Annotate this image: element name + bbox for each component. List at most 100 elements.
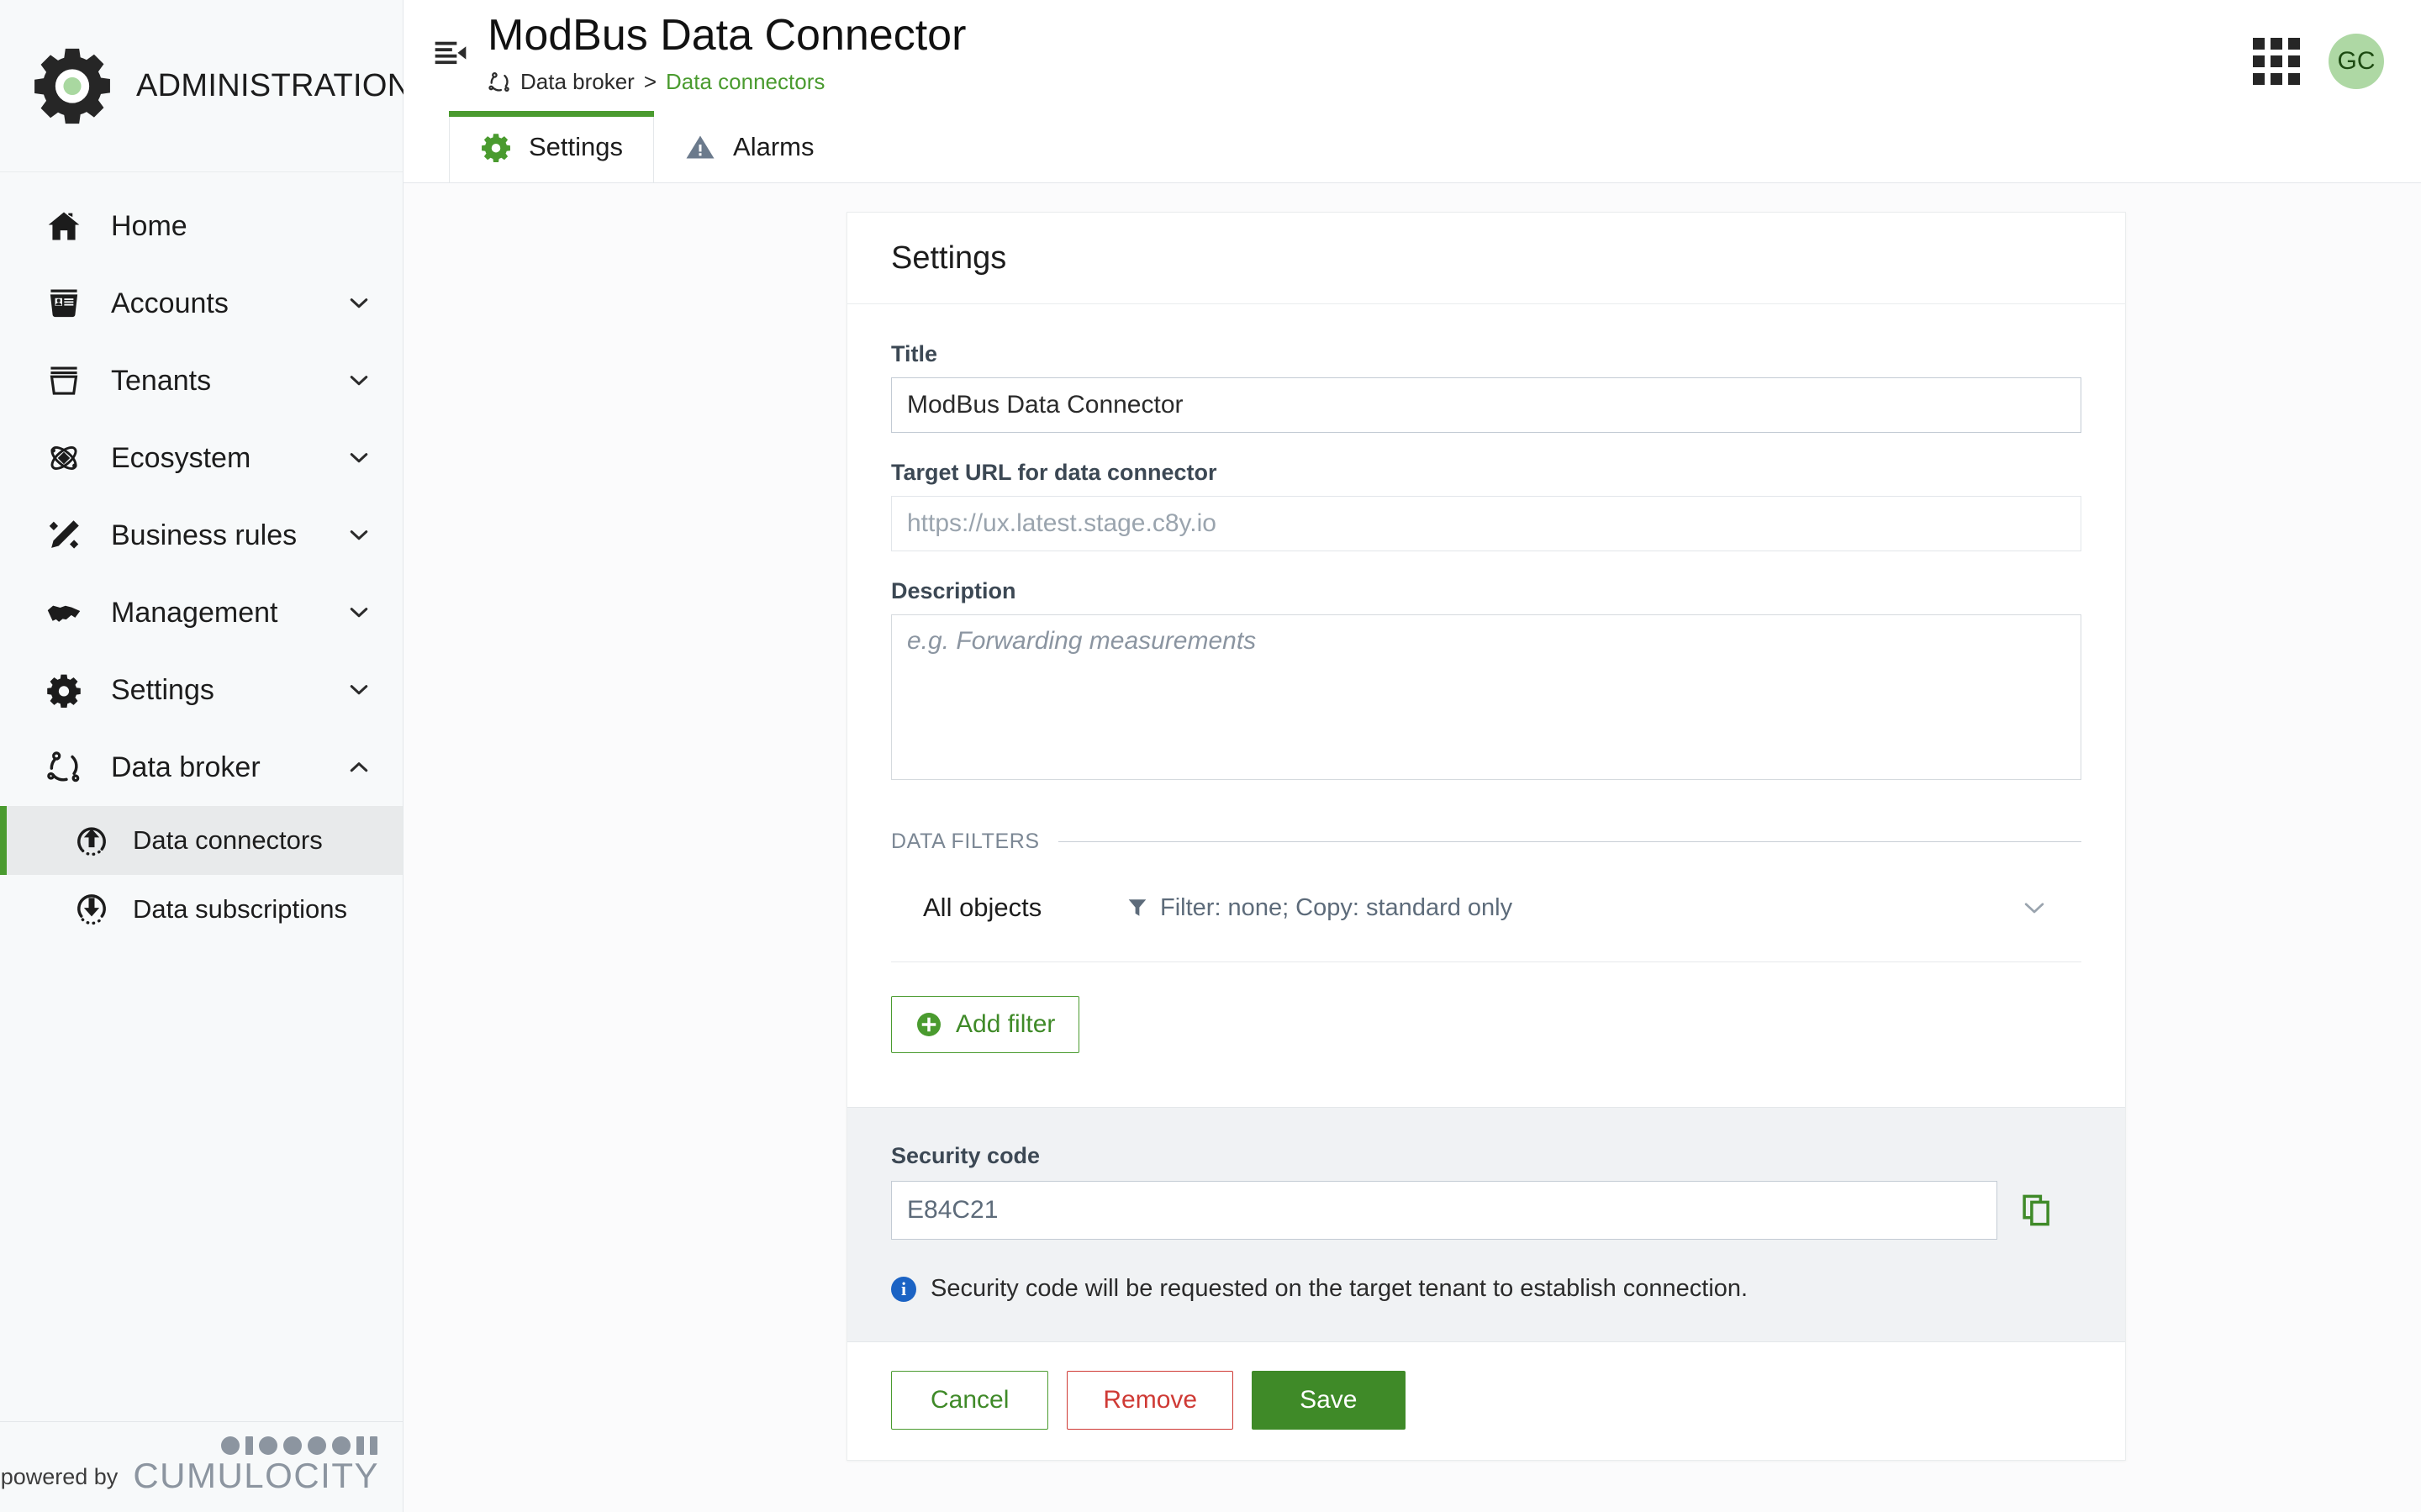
security-code-note-text: Security code will be requested on the t… (931, 1275, 1748, 1302)
title-input[interactable] (891, 377, 2081, 433)
title-label: Title (891, 341, 938, 366)
target-url-input[interactable] (891, 496, 2081, 551)
gear-logo-icon (32, 45, 113, 126)
alarm-triangle-icon (684, 131, 716, 163)
brand-title: ADMINISTRATION (136, 67, 411, 103)
breadcrumb-separator: > (643, 69, 657, 95)
collapse-sidebar-icon[interactable] (427, 30, 474, 77)
sidebar-item-label: Home (111, 209, 187, 242)
ecosystem-atom-icon (42, 436, 86, 480)
cumulocity-wordmark: CUMULOCITY (133, 1456, 379, 1495)
data-filter-row[interactable]: All objects Filter: none; Copy: standard… (891, 857, 2081, 962)
tab-label: Settings (529, 131, 624, 161)
gear-icon (42, 668, 86, 712)
security-code-row (891, 1181, 2081, 1240)
avatar[interactable]: GC (2329, 34, 2384, 89)
gear-icon (480, 131, 512, 163)
tab-alarms[interactable]: Alarms (654, 111, 844, 182)
sidebar-item-label: Management (111, 596, 278, 629)
target-url-label: Target URL for data connector (891, 460, 1217, 485)
sidebar-item-tenants[interactable]: Tenants (0, 342, 403, 419)
security-code-label: Security code (891, 1143, 1041, 1168)
sidebar-item-settings[interactable]: Settings (0, 651, 403, 729)
data-filter-summary: Filter: none; Copy: standard only (1126, 894, 2016, 922)
add-filter-label: Add filter (956, 1010, 1056, 1038)
target-url-field-group: Target URL for data connector (891, 460, 2081, 551)
chevron-down-icon (345, 367, 372, 394)
sidebar-item-business-rules[interactable]: Business rules (0, 497, 403, 574)
topbar-right: GC (2253, 34, 2384, 89)
sidebar-item-label: Tenants (111, 364, 212, 397)
add-filter-button[interactable]: Add filter (891, 996, 1080, 1053)
main-area: ModBus Data Connector Data broker > Data… (404, 0, 2421, 1512)
sidebar-nav: Home Accounts Tenants Ecosystem Business… (0, 172, 403, 1421)
remove-button[interactable]: Remove (1067, 1371, 1234, 1430)
topbar: ModBus Data Connector Data broker > Data… (404, 0, 2421, 111)
info-icon: i (891, 1276, 916, 1302)
data-filters-legend: DATA FILTERS (891, 830, 2081, 854)
chevron-down-icon (345, 290, 372, 317)
security-code-note: i Security code will be requested on the… (891, 1275, 2081, 1303)
description-label: Description (891, 578, 1016, 603)
chevron-down-icon (345, 522, 372, 549)
copy-icon[interactable] (2018, 1191, 2056, 1230)
legend-divider (1058, 841, 2081, 842)
description-field-group: Description (891, 578, 2081, 784)
breadcrumb-current[interactable]: Data connectors (666, 69, 825, 95)
brand-header[interactable]: ADMINISTRATION (0, 0, 410, 172)
funnel-icon (1126, 897, 1148, 919)
card-title: Settings (891, 240, 1007, 276)
sidebar-item-label: Data broker (111, 751, 261, 783)
powered-by-footer: powered by CUMULOCITY (0, 1421, 403, 1512)
chevron-down-icon[interactable] (2016, 889, 2053, 926)
accounts-icon (42, 282, 86, 325)
sidebar-item-data-broker[interactable]: Data broker (0, 729, 403, 806)
sidebar-item-label: Accounts (111, 287, 229, 319)
cumulocity-logo: CUMULOCITY (133, 1436, 379, 1494)
sidebar-item-management[interactable]: Management (0, 574, 403, 651)
title-field-group: Title (891, 341, 2081, 433)
security-code-input[interactable] (891, 1181, 1997, 1240)
tab-settings[interactable]: Settings (449, 111, 655, 182)
tab-bar: Settings Alarms (404, 111, 2421, 183)
security-code-section: Security code i Security code will be re… (847, 1107, 2125, 1341)
breadcrumb-parent[interactable]: Data broker (520, 69, 635, 95)
sidebar-item-label: Business rules (111, 519, 298, 551)
data-broker-icon (42, 745, 86, 789)
powered-by-label: powered by (0, 1464, 119, 1489)
data-filter-summary-text: Filter: none; Copy: standard only (1160, 893, 1513, 921)
page-title: ModBus Data Connector (488, 11, 967, 60)
save-button[interactable]: Save (1252, 1371, 1406, 1430)
chevron-down-icon (345, 677, 372, 703)
content-area: Settings Title Target URL for data conne… (404, 183, 2421, 1512)
plus-circle-icon (915, 1011, 942, 1038)
data-filters-legend-label: DATA FILTERS (891, 830, 1040, 853)
sidebar-item-data-subscriptions[interactable]: Data subscriptions (0, 875, 403, 944)
chevron-down-icon (345, 599, 372, 626)
home-icon (42, 204, 86, 248)
sidebar-item-accounts[interactable]: Accounts (0, 265, 403, 342)
sidebar-item-data-connectors[interactable]: Data connectors (0, 806, 403, 875)
breadcrumb: Data broker > Data connectors (488, 69, 2253, 95)
sidebar-item-label: Settings (111, 673, 214, 706)
sidebar-item-label: Data subscriptions (133, 894, 348, 924)
sidebar-item-label: Ecosystem (111, 441, 251, 474)
download-circle-icon (72, 890, 111, 929)
sidebar-item-label: Data connectors (133, 825, 323, 855)
sidebar-item-ecosystem[interactable]: Ecosystem (0, 419, 403, 497)
cumulocity-dots-icon (221, 1436, 377, 1455)
handshake-icon (42, 591, 86, 635)
chevron-up-icon (345, 754, 372, 781)
sidebar-item-home[interactable]: Home (0, 187, 403, 265)
description-textarea[interactable] (891, 614, 2081, 780)
tenants-icon (42, 359, 86, 403)
title-block: ModBus Data Connector Data broker > Data… (488, 11, 2253, 95)
settings-card: Settings Title Target URL for data conne… (847, 212, 2126, 1461)
card-footer: Cancel Remove Save (847, 1341, 2125, 1460)
data-filter-name: All objects (923, 893, 1042, 922)
card-body: Title Target URL for data connector Desc… (847, 304, 2125, 1107)
add-filter-wrap: Add filter (891, 962, 2081, 1088)
upload-circle-icon (72, 821, 111, 860)
cancel-button[interactable]: Cancel (891, 1371, 1049, 1430)
app-grid-icon[interactable] (2253, 38, 2300, 85)
